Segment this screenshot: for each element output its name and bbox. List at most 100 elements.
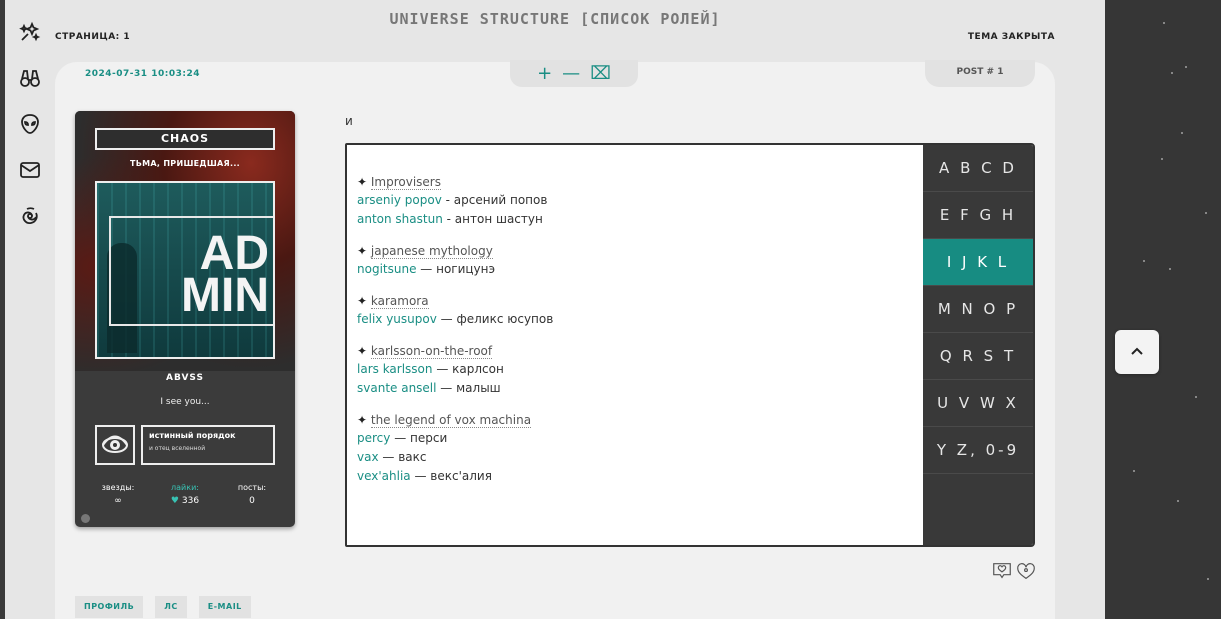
chevron-up-icon <box>1131 347 1143 355</box>
fandom-title: ✦ japanese mythology <box>357 242 913 260</box>
star <box>1133 470 1135 472</box>
fandom-link[interactable]: karamora <box>370 294 429 309</box>
role-name-ru: вакс <box>398 450 427 464</box>
role-separator: — <box>432 362 453 376</box>
profile-quote: I see you... <box>160 397 210 407</box>
space-background-panel <box>1105 0 1221 619</box>
letter-tab[interactable]: Q R S T <box>923 333 1033 380</box>
post-number[interactable]: POST # 1 <box>925 60 1035 87</box>
profile-nick: ABVSS <box>166 373 204 383</box>
binoculars-icon[interactable] <box>17 65 43 91</box>
profile-link[interactable]: ПРОФИЛЬ <box>75 596 144 618</box>
role-name-ru: антон шастун <box>454 212 543 226</box>
letter-tab[interactable]: Y Z, 0-9 <box>923 427 1033 474</box>
letter-tab[interactable]: E F G H <box>923 192 1033 239</box>
star <box>1161 158 1163 160</box>
role-link[interactable]: nogitsune <box>357 262 416 276</box>
role-name-ru: ногицунэ <box>436 262 496 276</box>
plus-icon[interactable]: + <box>537 64 552 83</box>
post-date: 2024-07-31 10:03:24 <box>85 69 200 79</box>
role-link[interactable]: vex'ahlia <box>357 469 411 483</box>
fandom-title: ✦ karamora <box>357 292 913 310</box>
role-link[interactable]: arseniy popov <box>357 193 442 207</box>
fandom-link[interactable]: the legend of vox machina <box>370 413 532 428</box>
galaxy-icon[interactable] <box>17 203 43 229</box>
star <box>1169 268 1171 270</box>
role-item: percy — перси <box>357 429 913 448</box>
like-speech-icon[interactable] <box>991 560 1013 582</box>
fandom-title: ✦ Improvisers <box>357 173 913 191</box>
role-name-ru: малыш <box>456 381 501 395</box>
role-item: lars karlsson — карлсон <box>357 360 913 379</box>
star-bullet-icon: ✦ <box>357 413 371 427</box>
role-name-ru: карлсон <box>452 362 504 376</box>
role-group: ✦ karamora felix yusupov — феликс юсупов <box>357 292 913 329</box>
role-separator: - <box>441 193 454 207</box>
email-link[interactable]: E-MAIL <box>198 596 251 618</box>
star <box>1207 578 1209 580</box>
post-card: 2024-07-31 10:03:24 + — ⌧ POST # 1 CHAOS… <box>55 60 1055 619</box>
minus-icon[interactable]: — <box>562 64 580 83</box>
profile-name[interactable]: CHAOS <box>95 128 275 150</box>
post-intro-text: и <box>345 114 353 128</box>
fandom-link[interactable]: Improvisers <box>370 175 441 190</box>
pm-link[interactable]: ЛС <box>155 596 187 618</box>
heart-icon: ♥ <box>170 496 179 506</box>
role-link[interactable]: lars karlsson <box>357 362 433 376</box>
fandom-link[interactable]: karlsson-on-the-roof <box>370 344 493 359</box>
letter-tab[interactable]: U V W X <box>923 380 1033 427</box>
role-name-ru: векс'алия <box>430 469 492 483</box>
star <box>1205 212 1207 214</box>
role-group: ✦ karlsson-on-the-roof lars karlsson — ка… <box>357 342 913 398</box>
role-link[interactable]: felix yusupov <box>357 312 437 326</box>
stat-stars-value: ∞ <box>114 496 122 506</box>
stat-posts-label: посты: <box>237 483 267 492</box>
role-link[interactable]: vax <box>357 450 379 464</box>
role-item: vax — вакс <box>357 448 913 467</box>
star <box>1181 132 1183 134</box>
role-separator: — <box>410 469 431 483</box>
stat-stars: звезды: ∞ <box>85 483 151 506</box>
badge-box: истинный порядок и отец вселенной <box>141 425 275 465</box>
reactions <box>991 560 1037 582</box>
alien-icon[interactable] <box>17 111 43 137</box>
role-link[interactable]: anton shastun <box>357 212 443 226</box>
star <box>1171 72 1173 74</box>
role-name-ru: перси <box>410 431 448 445</box>
star-bullet-icon: ✦ <box>357 294 371 308</box>
role-group: ✦ japanese mythology nogitsune — ногицунэ <box>357 242 913 279</box>
scroll-to-top-button[interactable] <box>1115 330 1159 374</box>
stat-stars-label: звезды: <box>101 483 135 492</box>
role-separator: — <box>390 431 411 445</box>
badge-title: истинный порядок <box>149 431 236 440</box>
role-link[interactable]: percy <box>357 431 390 445</box>
profile-stats: звезды: ∞ лайки: ♥ 336 посты: 0 <box>85 483 285 506</box>
topic-title: UNIVERSE STRUCTURE [СПИСОК РОЛЕЙ] <box>389 10 721 28</box>
eye-icon <box>95 425 135 465</box>
fandom-link[interactable]: japanese mythology <box>370 244 493 259</box>
mail-icon[interactable] <box>17 157 43 183</box>
sparkles-icon[interactable] <box>17 19 43 45</box>
post-tools: + — ⌧ <box>510 60 638 87</box>
online-status-dot <box>81 514 90 523</box>
clear-format-icon[interactable]: ⌧ <box>590 64 611 83</box>
star <box>1185 66 1187 68</box>
stat-likes: лайки: ♥ 336 <box>152 483 218 506</box>
star-bullet-icon: ✦ <box>357 175 371 189</box>
role-item: nogitsune — ногицунэ <box>357 260 913 279</box>
heart-outline-icon[interactable] <box>1015 560 1037 582</box>
role-separator: — <box>416 262 437 276</box>
letter-tab[interactable]: I J K L <box>923 239 1033 286</box>
letter-tab[interactable]: M N O P <box>923 286 1033 333</box>
letter-tabs: A B C DE F G HI J K LM N O PQ R S TU V W… <box>923 145 1033 545</box>
topic-closed-label: ТЕМА ЗАКРЫТА <box>967 32 1055 42</box>
star <box>1177 500 1179 502</box>
letter-tab[interactable]: A B C D <box>923 145 1033 192</box>
left-icon-rail <box>0 0 58 619</box>
role-separator: — <box>436 312 457 326</box>
role-separator: - <box>442 212 455 226</box>
profile-card: CHAOS ТЬМА, ПРИШЕДШАЯ... AD MIN ABVSS I … <box>75 111 295 527</box>
role-separator: — <box>436 381 457 395</box>
role-link[interactable]: svante ansell <box>357 381 436 395</box>
page-indicator: СТРАНИЦА: 1 <box>55 32 131 42</box>
